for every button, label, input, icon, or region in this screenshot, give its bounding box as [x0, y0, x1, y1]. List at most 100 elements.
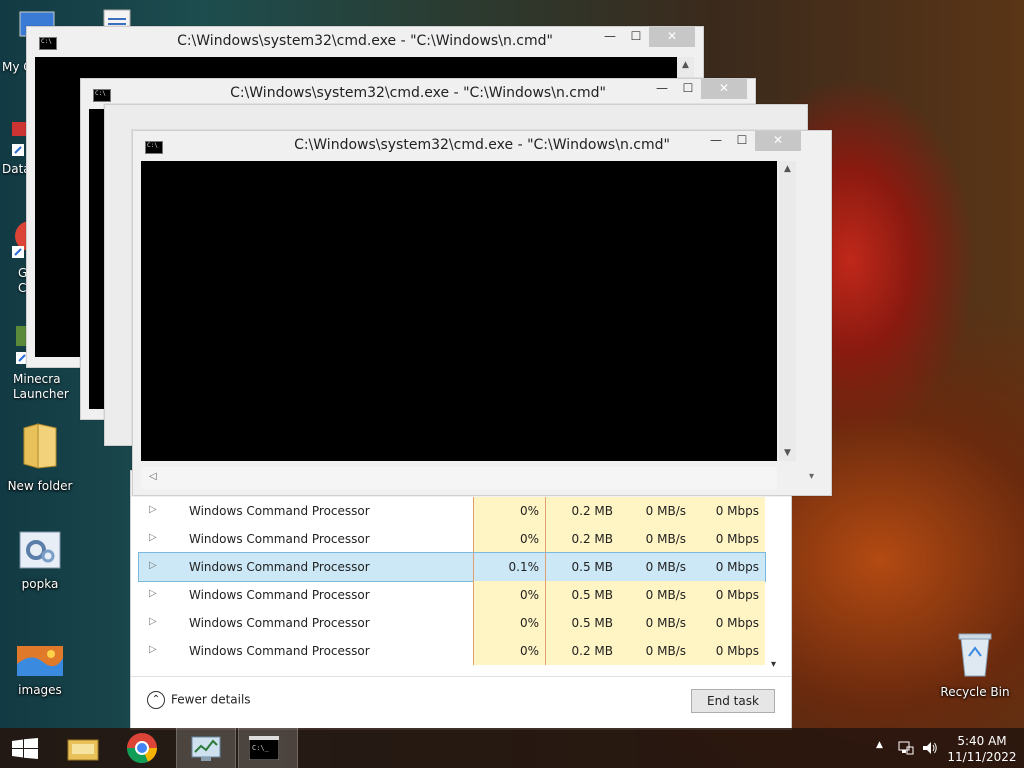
task-manager-icon [191, 736, 221, 761]
expand-arrow-icon[interactable]: ▷ [149, 588, 157, 599]
cpu-cell: 0% [473, 637, 545, 665]
volume-icon[interactable] [922, 740, 938, 756]
file-explorer-icon [67, 739, 99, 761]
cpu-cell: 0.1% [473, 553, 545, 581]
process-row[interactable]: ▷ Windows Command Processor 0% 0.5 MB 0 … [139, 609, 765, 637]
cpu-cell: 0% [473, 581, 545, 609]
close-button[interactable]: ✕ [755, 131, 801, 151]
cmd-window-1-titlebar[interactable]: C:\Windows\system32\cmd.exe - "C:\Window… [27, 27, 703, 57]
close-button[interactable]: ✕ [701, 79, 747, 99]
memory-cell: 0.5 MB [545, 553, 619, 581]
taskbar: C:\_ ▲ 5:40 AM 11/11/2022 [0, 728, 1024, 768]
popka-label: popka [21, 577, 59, 591]
svg-text:C:\_: C:\_ [252, 744, 270, 752]
cpu-cell: 0% [473, 525, 545, 553]
chrome-taskbar-button[interactable] [114, 728, 172, 768]
fewer-details-button[interactable]: ⌃ Fewer details [147, 691, 251, 709]
task-manager-window: ▷ ▷ Windows Command Processor 0% 0.2 MB … [130, 470, 792, 730]
memory-cell: 0.5 MB [545, 609, 619, 637]
scroll-down-arrow-icon[interactable]: ▼ [779, 445, 796, 461]
task-manager-scroll-down-arrow[interactable]: ▾ [771, 659, 776, 670]
network-icon[interactable] [898, 741, 914, 755]
process-name: Windows Command Processor [189, 588, 370, 602]
disk-cell: 0 MB/s [619, 609, 692, 637]
clock-date: 11/11/2022 [947, 750, 1017, 764]
scroll-up-arrow-icon[interactable]: ▲ [677, 57, 694, 73]
cmd-window-3[interactable]: C:\Windows\system32\cmd.exe - "C:\Window… [132, 130, 832, 496]
minimize-button[interactable]: — [649, 79, 675, 99]
file-explorer-taskbar-button[interactable] [54, 728, 112, 768]
cmd-icon: C:\_ [249, 736, 279, 760]
memory-cell: 0.5 MB [545, 581, 619, 609]
windows-logo-icon [12, 738, 38, 759]
process-row[interactable]: ▷ Windows Command Processor 0% 0.2 MB 0 … [139, 525, 765, 553]
cmd-taskbar-button[interactable]: C:\_ [238, 728, 298, 768]
process-row[interactable]: ▷ Windows Command Processor 0% 0.2 MB 0 … [139, 497, 765, 525]
cpu-cell: 0% [473, 609, 545, 637]
new-folder-label: New folder [7, 479, 73, 493]
disk-cell: 0 MB/s [619, 581, 692, 609]
memory-cell: 0.2 MB [545, 525, 619, 553]
maximize-button[interactable]: ☐ [675, 79, 701, 99]
chrome-icon [126, 733, 157, 764]
expand-arrow-icon[interactable]: ▷ [149, 504, 157, 515]
process-name: Windows Command Processor [189, 644, 370, 658]
minimize-button[interactable]: — [703, 131, 729, 151]
maximize-button[interactable]: ☐ [729, 131, 755, 151]
process-row-selected[interactable]: ▷ Windows Command Processor 0.1% 0.5 MB … [138, 552, 766, 582]
start-button[interactable] [0, 728, 58, 768]
network-cell: 0 Mbps [692, 497, 765, 525]
disk-cell: 0 MB/s [619, 525, 692, 553]
popka-desktop-icon[interactable]: popka [0, 530, 80, 591]
clock[interactable]: 5:40 AM 11/11/2022 [946, 733, 1018, 765]
process-name: Windows Command Processor [189, 616, 370, 630]
network-cell: 0 Mbps [692, 609, 765, 637]
network-cell: 0 Mbps [692, 581, 765, 609]
network-cell: 0 Mbps [692, 525, 765, 553]
memory-cell: 0.2 MB [545, 637, 619, 665]
recycle-bin-icon [958, 633, 992, 677]
disk-cell: 0 MB/s [619, 637, 692, 665]
show-hidden-icons-arrow[interactable]: ▲ [876, 740, 883, 750]
images-label: images [18, 683, 62, 697]
task-manager-footer: ⌃ Fewer details End task [131, 676, 791, 729]
new-folder-desktop-icon[interactable]: New folder [0, 420, 80, 493]
expand-arrow-icon[interactable]: ▷ [149, 560, 157, 571]
minecraft-label-line1: Minecra [13, 372, 61, 386]
expand-arrow-icon[interactable]: ▷ [149, 644, 157, 655]
process-name: Windows Command Processor [189, 532, 370, 546]
maximize-button[interactable]: ☐ [623, 27, 649, 47]
cmd-window-3-hscroll[interactable]: ◁ [141, 467, 777, 489]
memory-cell: 0.2 MB [545, 497, 619, 525]
cpu-cell: 0% [473, 497, 545, 525]
cmd-window-3-scrollbar[interactable]: ▲ ▼ [779, 161, 796, 461]
end-task-button[interactable]: End task [691, 689, 775, 713]
close-button[interactable]: ✕ [649, 27, 695, 47]
process-name: Windows Command Processor [189, 560, 370, 574]
image-icon [17, 646, 63, 676]
recycle-bin-label: Recycle Bin [940, 685, 1010, 699]
folder-icon [23, 423, 57, 469]
process-row[interactable]: ▷ Windows Command Processor 0% 0.2 MB 0 … [139, 637, 765, 665]
recycle-bin-desktop-icon[interactable]: Recycle Bin [935, 630, 1015, 699]
process-name: Windows Command Processor [189, 504, 370, 518]
network-cell: 0 Mbps [692, 553, 765, 581]
clock-time: 5:40 AM [957, 734, 1007, 748]
scroll-up-arrow-icon[interactable]: ▲ [779, 161, 796, 177]
expand-arrow-icon[interactable]: ▷ [149, 532, 157, 543]
scroll-down-arrow-icon[interactable]: ▾ [809, 471, 814, 482]
minimize-button[interactable]: — [597, 27, 623, 47]
disk-cell: 0 MB/s [619, 497, 692, 525]
expand-arrow-icon[interactable]: ▷ [149, 616, 157, 627]
scroll-left-arrow-icon[interactable]: ◁ [149, 471, 157, 482]
fewer-details-label: Fewer details [171, 692, 251, 707]
images-desktop-icon[interactable]: images [0, 646, 80, 697]
task-manager-taskbar-button[interactable] [176, 728, 236, 768]
disk-cell: 0 MB/s [619, 553, 692, 581]
process-row[interactable]: ▷ Windows Command Processor 0% 0.5 MB 0 … [139, 581, 765, 609]
cmd-window-3-console[interactable] [141, 161, 777, 461]
google-chrome-desktop-icon[interactable]: G C [0, 218, 30, 298]
cmd-window-3-titlebar[interactable]: C:\Windows\system32\cmd.exe - "C:\Window… [133, 131, 831, 161]
data-shortcut-icon[interactable]: Data [0, 118, 31, 178]
gear-settings-icon [19, 531, 61, 569]
